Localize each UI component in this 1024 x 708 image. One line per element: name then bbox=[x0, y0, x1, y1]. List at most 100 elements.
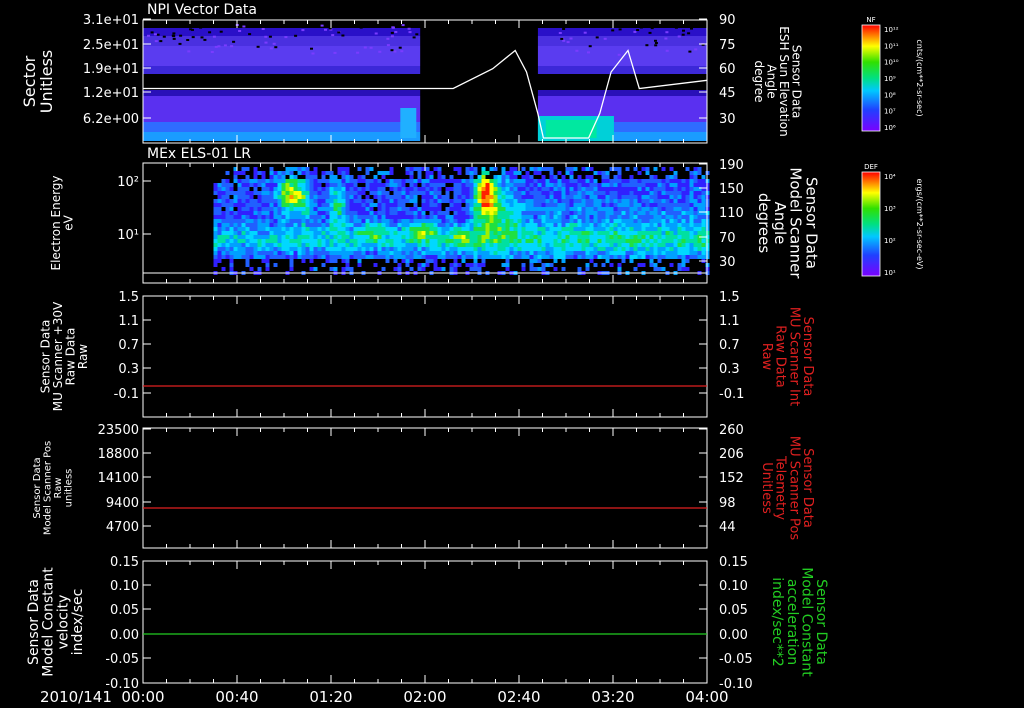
els-cell bbox=[305, 183, 310, 187]
els-cell bbox=[217, 231, 222, 235]
els-cell bbox=[309, 191, 314, 195]
els-cell bbox=[569, 223, 574, 227]
els-cell bbox=[485, 219, 490, 223]
els-cell bbox=[413, 215, 418, 219]
els-cell bbox=[525, 199, 530, 203]
els-cell bbox=[249, 211, 254, 215]
els-cell bbox=[233, 203, 238, 207]
els-cell bbox=[561, 239, 566, 243]
els-cell bbox=[305, 211, 310, 215]
els-cell bbox=[581, 211, 586, 215]
els-cell bbox=[365, 215, 370, 219]
els-cell bbox=[309, 235, 314, 239]
els-cell bbox=[677, 191, 682, 195]
els-cell bbox=[309, 267, 314, 271]
els-cell bbox=[701, 251, 706, 255]
els-cell bbox=[341, 195, 346, 199]
els-cell bbox=[609, 223, 614, 227]
panel-2-title: MEx ELS-01 LR bbox=[147, 146, 251, 162]
els-cell bbox=[433, 259, 438, 263]
els-cell bbox=[281, 175, 286, 179]
els-cell bbox=[325, 183, 330, 187]
els-cell bbox=[289, 199, 294, 203]
els-cell bbox=[273, 223, 278, 227]
els-cell bbox=[681, 263, 686, 267]
els-cell bbox=[453, 167, 458, 171]
els-cell bbox=[513, 179, 518, 183]
els-cell bbox=[353, 251, 358, 255]
els-cell bbox=[417, 227, 422, 231]
els-cell bbox=[221, 227, 226, 231]
els-cell bbox=[213, 255, 218, 259]
els-cell bbox=[469, 207, 474, 211]
els-cell bbox=[505, 207, 510, 211]
els-cell bbox=[229, 183, 234, 187]
els-cell bbox=[229, 227, 234, 231]
els-cell bbox=[637, 247, 642, 251]
els-cell bbox=[589, 235, 594, 239]
els-cell bbox=[613, 239, 618, 243]
els-cell bbox=[297, 239, 302, 243]
els-cell bbox=[629, 215, 634, 219]
npi-speckle bbox=[674, 26, 678, 29]
els-cell bbox=[517, 171, 522, 175]
els-cell bbox=[653, 211, 658, 215]
els-cell bbox=[597, 231, 602, 235]
els-cell bbox=[413, 187, 418, 191]
els-cell bbox=[389, 167, 394, 171]
npi-speckle bbox=[162, 35, 166, 38]
npi-speckle bbox=[199, 26, 203, 29]
els-cell bbox=[557, 195, 562, 199]
els-cell bbox=[265, 215, 270, 219]
els-cell bbox=[621, 183, 626, 187]
els-cell bbox=[605, 223, 610, 227]
els-cell bbox=[577, 227, 582, 231]
els-cell bbox=[273, 227, 278, 231]
els-cell bbox=[437, 243, 442, 247]
els-cell bbox=[605, 199, 610, 203]
els-cell bbox=[517, 183, 522, 187]
els-cell bbox=[345, 199, 350, 203]
els-cell bbox=[553, 203, 558, 207]
els-cell bbox=[217, 239, 222, 243]
els-cell bbox=[565, 243, 570, 247]
els-cell bbox=[321, 219, 326, 223]
npi-speckle bbox=[178, 42, 182, 45]
els-cell bbox=[417, 207, 422, 211]
els-cell bbox=[621, 247, 626, 251]
panel-5-ylabel: Sensor DataModel Constantvelocityindex/s… bbox=[26, 567, 86, 677]
els-cell bbox=[417, 171, 422, 175]
els-cell bbox=[501, 175, 506, 179]
els-cell bbox=[593, 231, 598, 235]
npi-speckle bbox=[223, 44, 227, 47]
els-cell bbox=[625, 203, 630, 207]
els-cell bbox=[249, 227, 254, 231]
els-cell bbox=[457, 263, 462, 267]
els-cell bbox=[669, 239, 674, 243]
els-cell bbox=[245, 207, 250, 211]
els-cell bbox=[397, 215, 402, 219]
els-cell bbox=[585, 187, 590, 191]
els-cell bbox=[301, 235, 306, 239]
els-cell bbox=[573, 167, 578, 171]
els-cell bbox=[569, 199, 574, 203]
els-cell bbox=[297, 207, 302, 211]
els-cell bbox=[281, 227, 286, 231]
els-cell bbox=[529, 211, 534, 215]
els-cell bbox=[377, 199, 382, 203]
els-cell bbox=[585, 203, 590, 207]
els-cell bbox=[609, 255, 614, 259]
els-cell bbox=[685, 207, 690, 211]
els-cell bbox=[281, 195, 286, 199]
els-cell bbox=[493, 243, 498, 247]
els-cell bbox=[641, 203, 646, 207]
els-cell bbox=[237, 211, 242, 215]
els-cell bbox=[213, 199, 218, 203]
els-cell bbox=[525, 187, 530, 191]
els-cell bbox=[417, 263, 422, 267]
els-cell bbox=[629, 187, 634, 191]
els-cell bbox=[245, 263, 250, 267]
els-cell bbox=[597, 251, 602, 255]
els-cell bbox=[433, 219, 438, 223]
els-cell bbox=[689, 223, 694, 227]
